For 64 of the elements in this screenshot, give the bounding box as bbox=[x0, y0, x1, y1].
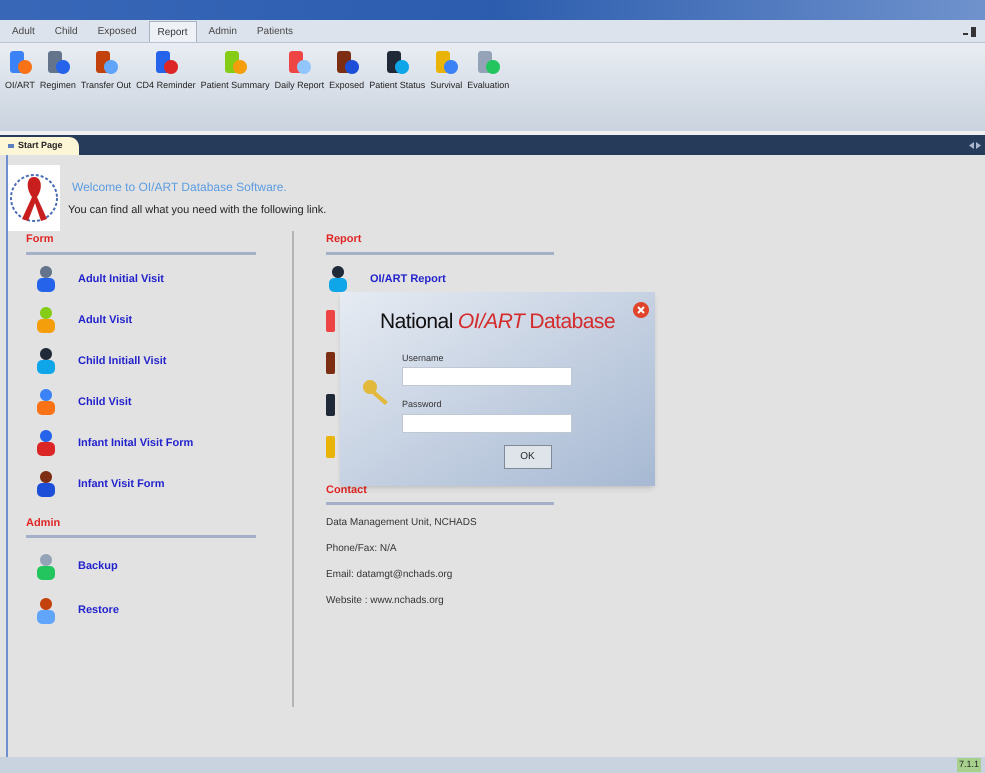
form-link[interactable]: Child Visit bbox=[78, 394, 132, 410]
section-heading: Form bbox=[26, 232, 54, 247]
ok-button[interactable]: OK bbox=[504, 444, 552, 468]
report-icon bbox=[326, 434, 335, 460]
person-icon bbox=[34, 596, 58, 624]
close-icon bbox=[637, 306, 645, 314]
section-heading: Admin bbox=[26, 516, 62, 530]
form-link[interactable]: Backup bbox=[78, 558, 118, 575]
toolbar-button[interactable]: Patient Status bbox=[368, 47, 426, 92]
contact-text: Data Management Unit, NCHADS bbox=[326, 516, 478, 530]
form-link[interactable]: Adult Visit bbox=[78, 312, 132, 328]
toolbar-button[interactable]: Exposed bbox=[328, 47, 366, 92]
document-tab[interactable]: Start Page bbox=[0, 137, 79, 155]
form-link[interactable]: Child Initiall Visit bbox=[78, 352, 166, 370]
menu-tab[interactable]: Child bbox=[46, 21, 86, 42]
contact-text: Email: datamgt@nchads.org bbox=[326, 568, 454, 582]
welcome-subtitle: You can find all what you need with the following link. bbox=[68, 202, 326, 218]
person-icon bbox=[34, 306, 58, 334]
menu-tab[interactable]: Patients bbox=[248, 21, 302, 42]
section-heading: Report bbox=[326, 232, 362, 247]
toolbar-button[interactable]: Survival bbox=[429, 47, 464, 92]
menu-tab[interactable]: Exposed bbox=[90, 21, 145, 42]
username-field[interactable] bbox=[402, 367, 572, 386]
form-link[interactable]: Infant Visit Form bbox=[78, 476, 165, 492]
form-link[interactable]: OI/ART Report bbox=[370, 270, 446, 288]
report-icon bbox=[326, 392, 335, 418]
person-icon bbox=[34, 429, 58, 457]
version-label: 7.1.1 bbox=[956, 758, 981, 772]
person-icon bbox=[34, 347, 58, 375]
dialog-title: National bbox=[380, 309, 453, 335]
menu-tab[interactable]: Adult bbox=[4, 21, 43, 42]
scroll-arrows-icon[interactable] bbox=[969, 142, 981, 149]
key-icon bbox=[362, 379, 390, 405]
toolbar-button[interactable]: Patient Summary bbox=[200, 47, 271, 92]
dialog-title: OI/ART bbox=[458, 309, 524, 335]
toolbar-button[interactable]: Regimen bbox=[38, 47, 77, 92]
window-controls-icon[interactable] bbox=[963, 27, 977, 37]
toolbar-button[interactable]: Transfer Out bbox=[80, 47, 132, 92]
report-icon bbox=[326, 350, 335, 376]
report-icon bbox=[326, 308, 335, 334]
person-icon bbox=[34, 470, 58, 498]
section-heading: Contact bbox=[326, 482, 368, 498]
contact-text: Website : www.nchads.org bbox=[326, 594, 445, 608]
ribbon-logo bbox=[8, 165, 60, 231]
toolbar-button[interactable]: Daily Report bbox=[274, 47, 326, 92]
toolbar-button[interactable]: Evaluation bbox=[466, 47, 510, 92]
dialog-title: Database bbox=[529, 309, 616, 335]
password-field[interactable] bbox=[402, 414, 572, 432]
close-button[interactable] bbox=[633, 302, 649, 318]
form-link[interactable]: Infant Inital Visit Form bbox=[78, 434, 194, 452]
person-icon bbox=[326, 265, 350, 293]
form-link[interactable]: Restore bbox=[78, 602, 119, 619]
toolbar-button[interactable]: OI/ART bbox=[4, 47, 36, 92]
person-icon bbox=[34, 265, 58, 293]
toolbar-button[interactable]: CD4 Reminder bbox=[135, 47, 197, 92]
menu-tab[interactable]: Report bbox=[148, 21, 197, 42]
contact-text: Phone/Fax: N/A bbox=[326, 542, 398, 556]
password-label: Password bbox=[402, 398, 443, 411]
menu-tab[interactable]: Admin bbox=[200, 21, 245, 42]
username-label: Username bbox=[402, 352, 445, 364]
person-icon bbox=[34, 388, 58, 416]
welcome-title: Welcome to OI/ART Database Software. bbox=[71, 178, 288, 196]
form-link[interactable]: Adult Initial Visit bbox=[78, 270, 164, 288]
person-icon bbox=[34, 552, 58, 580]
